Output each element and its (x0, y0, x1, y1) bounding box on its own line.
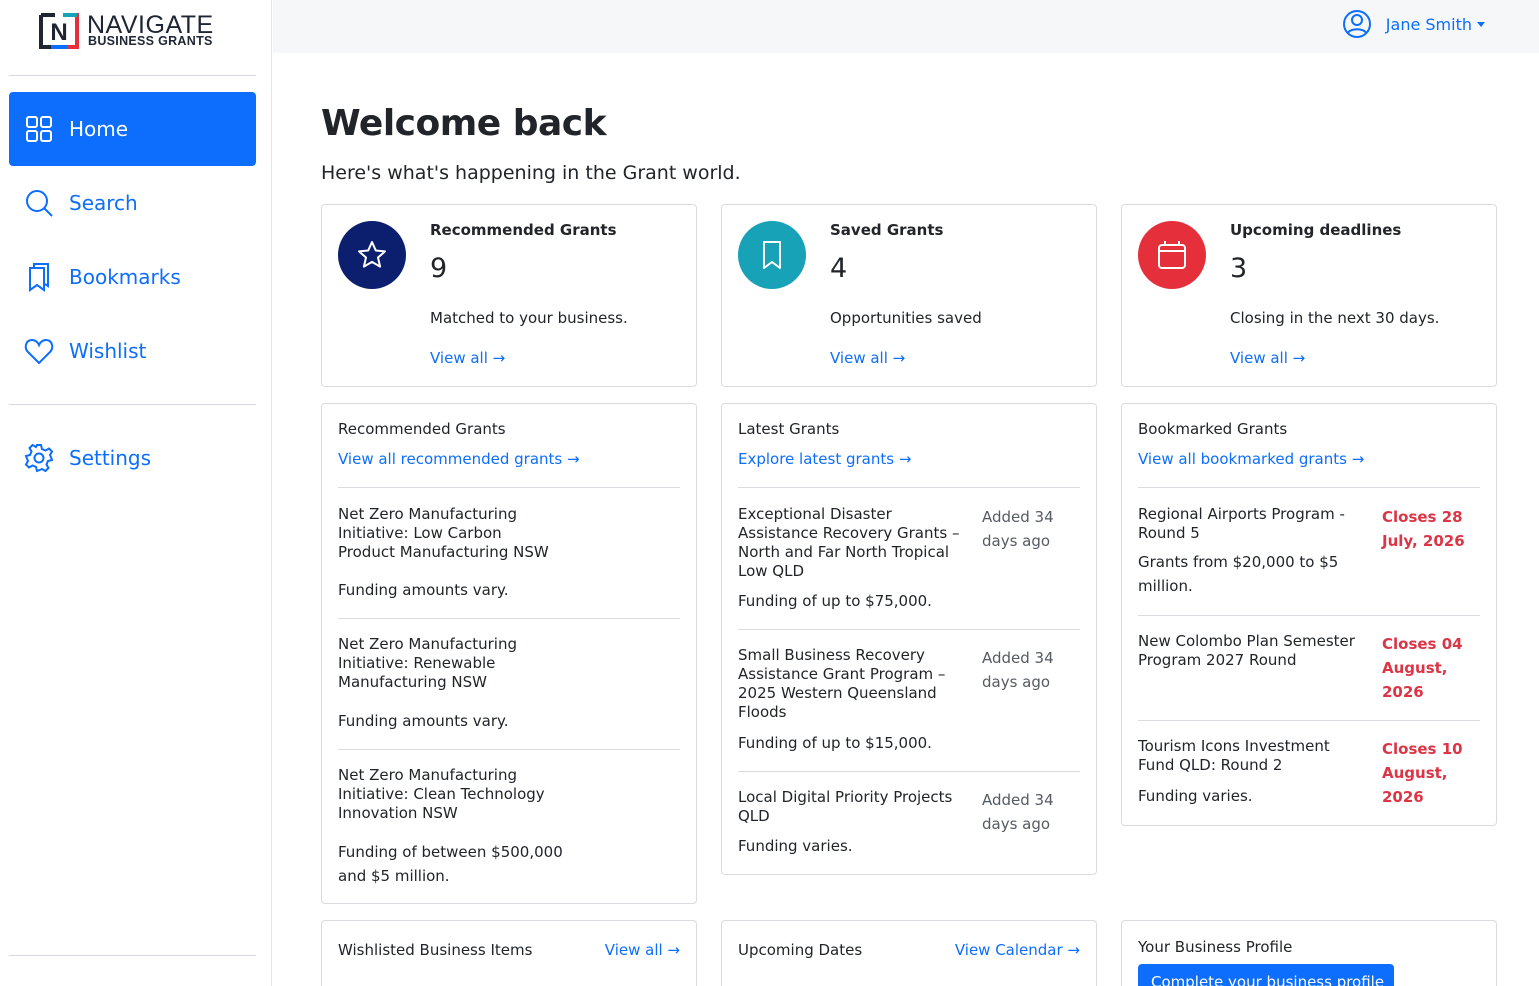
sidebar-divider (9, 955, 256, 956)
grant-title[interactable]: Local Digital Priority Projects QLD (738, 788, 966, 826)
grant-funding: Funding varies. (738, 837, 853, 855)
logo-mark-icon: N (39, 13, 79, 49)
view-all-recommended-link[interactable]: View all recommended grants → (338, 450, 580, 468)
grant-funding: Funding amounts vary. (338, 712, 509, 730)
stat-title: Saved Grants (830, 221, 944, 239)
sidebar-item-label: Bookmarks (69, 265, 181, 289)
stat-count: 4 (830, 253, 848, 284)
grant-title[interactable]: Net Zero Manufacturing Initiative: Renew… (338, 635, 563, 692)
sidebar: N NAVIGATE BUSINESS GRANTS Home Search B… (0, 0, 272, 986)
closing-date: Closes 28 July, 2026 (1382, 508, 1465, 550)
explore-latest-link[interactable]: Explore latest grants → (738, 450, 911, 468)
stat-count: 3 (1230, 253, 1248, 284)
view-all-link[interactable]: View all → (430, 349, 505, 367)
star-icon (338, 221, 406, 289)
grant-title[interactable]: Tourism Icons Investment Fund QLD: Round… (1138, 737, 1358, 775)
topbar: Jane Smith (273, 0, 1539, 53)
divider (738, 487, 1080, 488)
divider (338, 749, 680, 750)
sidebar-item-search[interactable]: Search (9, 166, 256, 240)
sidebar-item-home[interactable]: Home (9, 92, 256, 166)
divider (738, 771, 1080, 772)
svg-text:N: N (50, 19, 67, 46)
view-calendar-link[interactable]: View Calendar → (955, 941, 1080, 959)
added-date: Added 34 days ago (982, 649, 1054, 691)
sidebar-item-label: Search (69, 191, 138, 215)
grant-title[interactable]: Net Zero Manufacturing Initiative: Clean… (338, 766, 563, 823)
bookmarked-grants-card: Bookmarked Grants View all bookmarked gr… (1121, 403, 1497, 826)
latest-grants-card: Latest Grants Explore latest grants → Ex… (721, 403, 1097, 875)
complete-profile-button[interactable]: Complete your business profile (1138, 964, 1394, 986)
sidebar-divider (9, 75, 256, 76)
recommended-grants-card: Recommended Grants View all recommended … (321, 403, 697, 904)
search-icon (24, 188, 54, 218)
brand-logo[interactable]: N NAVIGATE BUSINESS GRANTS (39, 11, 229, 53)
stat-card-deadlines: Upcoming deadlines 3 Closing in the next… (1121, 204, 1497, 387)
sidebar-item-label: Settings (69, 446, 152, 470)
grant-funding: Funding of up to $15,000. (738, 734, 932, 752)
user-name: Jane Smith (1385, 14, 1472, 34)
bookmarks-icon (24, 262, 54, 292)
view-all-bookmarked-link[interactable]: View all bookmarked grants → (1138, 450, 1364, 468)
page-subtitle: Here's what's happening in the Grant wor… (321, 162, 741, 184)
card-title: Latest Grants (738, 420, 840, 438)
grant-funding: Funding varies. (1138, 787, 1253, 805)
wishlisted-items-card: Wishlisted Business Items View all → (321, 920, 697, 986)
divider (1138, 615, 1480, 616)
added-date: Added 34 days ago (982, 791, 1054, 833)
divider (338, 618, 680, 619)
stat-count: 9 (430, 253, 448, 284)
grant-funding: Funding of up to $75,000. (738, 592, 932, 610)
grant-title[interactable]: Net Zero Manufacturing Initiative: Low C… (338, 505, 563, 562)
sidebar-item-label: Home (69, 117, 129, 141)
stat-title: Recommended Grants (430, 221, 617, 239)
grant-funding: Grants from $20,000 to $5 million. (1138, 553, 1339, 595)
stat-description: Matched to your business. (430, 309, 628, 327)
grant-title[interactable]: Small Business Recovery Assistance Grant… (738, 646, 966, 722)
user-circle-icon (1342, 10, 1371, 38)
bookmark-icon (738, 221, 806, 289)
user-menu[interactable]: Jane Smith (1342, 9, 1485, 39)
brand-tagline: BUSINESS GRANTS (88, 34, 213, 48)
view-all-link[interactable]: View all → (1230, 349, 1305, 367)
sidebar-item-wishlist[interactable]: Wishlist (9, 314, 256, 388)
sidebar-divider (9, 404, 256, 405)
chevron-down-icon (1477, 21, 1485, 27)
divider (738, 629, 1080, 630)
page-title: Welcome back (321, 103, 607, 144)
grid-icon (24, 114, 54, 144)
grant-funding: Funding of between $500,000 and $5 milli… (338, 843, 563, 885)
grant-title[interactable]: Regional Airports Program - Round 5 (1138, 505, 1358, 543)
stat-description: Opportunities saved (830, 309, 982, 327)
stat-card-saved: Saved Grants 4 Opportunities saved View … (721, 204, 1097, 387)
stat-card-recommended: Recommended Grants 9 Matched to your bus… (321, 204, 697, 387)
gear-icon (24, 443, 54, 473)
card-title: Wishlisted Business Items (338, 941, 533, 959)
closing-date: Closes 10 August, 2026 (1382, 740, 1463, 806)
calendar-icon (1138, 221, 1206, 289)
view-all-wishlist-link[interactable]: View all → (605, 941, 680, 959)
business-profile-card: Your Business Profile Complete your busi… (1121, 920, 1497, 986)
stat-title: Upcoming deadlines (1230, 221, 1402, 239)
view-all-link[interactable]: View all → (830, 349, 905, 367)
sidebar-item-label: Wishlist (69, 339, 147, 363)
divider (1138, 720, 1480, 721)
card-title: Bookmarked Grants (1138, 420, 1288, 438)
card-title: Your Business Profile (1138, 938, 1293, 956)
heart-icon (24, 336, 54, 366)
sidebar-item-settings[interactable]: Settings (9, 421, 256, 495)
closing-date: Closes 04 August, 2026 (1382, 635, 1463, 701)
card-title: Recommended Grants (338, 420, 506, 438)
divider (338, 487, 680, 488)
grant-title[interactable]: New Colombo Plan Semester Program 2027 R… (1138, 632, 1358, 670)
card-title: Upcoming Dates (738, 941, 863, 959)
upcoming-dates-card: Upcoming Dates View Calendar → (721, 920, 1097, 986)
divider (1138, 487, 1480, 488)
stat-description: Closing in the next 30 days. (1230, 309, 1440, 327)
added-date: Added 34 days ago (982, 508, 1054, 550)
grant-funding: Funding amounts vary. (338, 581, 509, 599)
grant-title[interactable]: Exceptional Disaster Assistance Recovery… (738, 505, 966, 581)
sidebar-item-bookmarks[interactable]: Bookmarks (9, 240, 256, 314)
